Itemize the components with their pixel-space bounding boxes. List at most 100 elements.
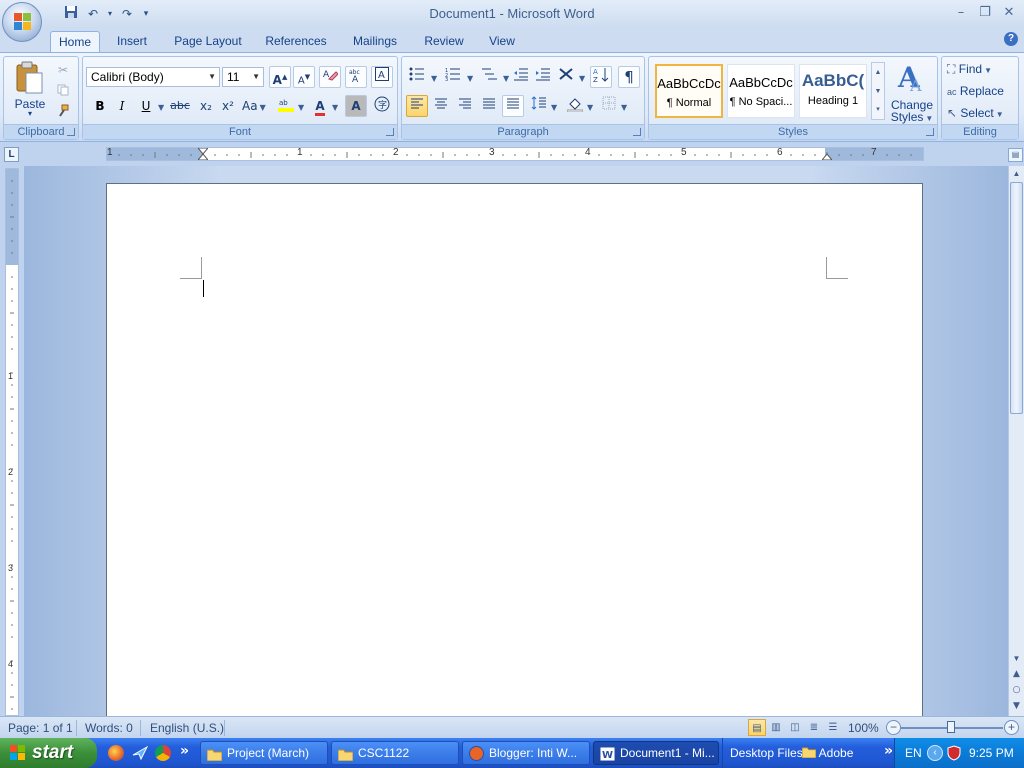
print-layout-icon[interactable]: ▤ <box>748 719 766 736</box>
security-shield-icon[interactable] <box>947 745 961 764</box>
clipboard-launcher-icon[interactable] <box>67 128 75 136</box>
bold-button[interactable]: B <box>89 95 111 117</box>
underline-button[interactable]: U <box>135 95 157 117</box>
underline-dropdown-icon[interactable]: ▼ <box>155 95 165 117</box>
horizontal-ruler[interactable]: 1 1 2 3 4 5 6 7 <box>106 147 924 161</box>
find-button[interactable]: ⛶ Find ▼ <box>947 60 992 78</box>
quicklaunch-more-icon[interactable]: » <box>180 743 189 759</box>
style-no-spacing[interactable]: AaBbCcDc ¶ No Spaci... <box>727 64 795 118</box>
zoom-slider[interactable] <box>901 721 1003 733</box>
multilevel-list-icon[interactable] <box>478 66 500 88</box>
taskbar-item-blogger[interactable]: Blogger: Inti W... <box>462 741 590 765</box>
bullets-dropdown-icon[interactable]: ▼ <box>428 66 438 88</box>
select-browse-object-icon[interactable]: ○ <box>1009 682 1024 698</box>
outline-view-icon[interactable]: ≣ <box>805 719 823 736</box>
close-icon[interactable]: ✕ <box>998 4 1020 22</box>
tab-mailings[interactable]: Mailings <box>346 31 404 52</box>
show-marks-button[interactable]: ¶ <box>618 66 640 88</box>
text-direction-dropdown-icon[interactable]: ▼ <box>576 66 586 88</box>
borders-icon[interactable] <box>598 95 620 117</box>
strikethrough-button[interactable]: abc <box>169 95 191 117</box>
gallery-up-icon[interactable]: ▲ <box>872 63 884 82</box>
scroll-thumb[interactable] <box>1010 182 1023 414</box>
clock[interactable]: 9:25 PM <box>969 738 1014 768</box>
change-styles-button[interactable]: A A Change Styles ▼ <box>889 59 935 124</box>
shading-icon[interactable] <box>564 95 586 117</box>
align-right-icon[interactable] <box>454 95 476 117</box>
grow-font-button[interactable]: A▲ <box>269 66 291 88</box>
italic-button[interactable]: I <box>111 95 133 117</box>
clear-formatting-icon[interactable]: A <box>319 66 341 88</box>
document-page[interactable] <box>106 183 923 716</box>
page-count[interactable]: Page: 1 of 1 <box>8 720 73 736</box>
tab-view[interactable]: View <box>484 31 520 52</box>
view-ruler-toggle-icon[interactable]: ▤ <box>1008 148 1023 162</box>
language-indicator[interactable]: English (U.S.) <box>150 720 224 736</box>
tab-references[interactable]: References <box>262 31 330 52</box>
numbering-icon[interactable]: 123 <box>442 66 464 88</box>
cut-icon[interactable]: ✂ <box>52 59 74 81</box>
line-spacing-icon[interactable] <box>528 95 550 117</box>
right-indent-icon[interactable] <box>822 153 832 161</box>
subscript-button[interactable]: x₂ <box>195 95 217 117</box>
messenger-icon[interactable] <box>132 745 149 761</box>
next-page-icon[interactable]: ▼ <box>1009 698 1024 714</box>
language-bar[interactable]: EN <box>905 738 922 768</box>
taskbar-item-document1[interactable]: W Document1 - Mi... <box>593 741 719 765</box>
office-button[interactable] <box>2 2 42 42</box>
font-color-dropdown-icon[interactable]: ▼ <box>329 95 339 117</box>
tab-selector-button[interactable]: L <box>4 147 19 162</box>
tab-insert[interactable]: Insert <box>110 31 154 52</box>
full-screen-reading-icon[interactable]: ▥ <box>767 719 785 736</box>
increase-indent-icon[interactable] <box>532 66 554 88</box>
styles-launcher-icon[interactable] <box>926 128 934 136</box>
font-size-combo[interactable]: 11 ▼ <box>222 67 264 87</box>
start-button[interactable]: start <box>0 738 97 768</box>
minimize-icon[interactable]: – <box>950 4 972 22</box>
draft-view-icon[interactable]: ☰ <box>824 719 842 736</box>
help-icon[interactable]: ? <box>1004 32 1018 46</box>
shading-dropdown-icon[interactable]: ▼ <box>584 95 594 117</box>
highlight-icon[interactable]: ab <box>275 95 297 117</box>
superscript-button[interactable]: x² <box>217 95 239 117</box>
justify-icon[interactable] <box>478 95 500 117</box>
replace-button[interactable]: ac Replace <box>947 82 1004 100</box>
gallery-more-icon[interactable]: ▾ <box>872 101 884 119</box>
zoom-level[interactable]: 100% <box>848 720 879 736</box>
phonetic-guide-icon[interactable]: abc A <box>345 66 367 88</box>
style-normal[interactable]: AaBbCcDc ¶ Normal <box>655 64 723 118</box>
align-center-icon[interactable] <box>430 95 452 117</box>
text-direction-icon[interactable] <box>556 66 578 88</box>
taskbar-item-csc1122[interactable]: CSC1122 <box>331 741 459 765</box>
align-left-icon[interactable] <box>406 95 428 117</box>
firefox-icon[interactable] <box>108 745 124 761</box>
style-heading-1[interactable]: AaBbC( Heading 1 <box>799 64 867 118</box>
previous-page-icon[interactable]: ▲ <box>1009 666 1024 682</box>
bullets-icon[interactable] <box>406 66 428 88</box>
web-layout-icon[interactable]: ◫ <box>786 719 804 736</box>
font-launcher-icon[interactable] <box>386 128 394 136</box>
tray-collapse-icon[interactable]: ‹ <box>927 745 943 761</box>
line-spacing-dropdown-icon[interactable]: ▼ <box>548 95 558 117</box>
copy-icon[interactable] <box>52 81 74 103</box>
vertical-scrollbar[interactable]: ▲ ▼ ▲ ○ ▼ <box>1008 166 1024 716</box>
toolbar-adobe[interactable]: Adobe <box>801 738 853 768</box>
distributed-icon[interactable] <box>502 95 524 117</box>
enclose-characters-icon[interactable]: 字 <box>371 95 393 117</box>
chrome-icon[interactable] <box>155 745 171 761</box>
word-count[interactable]: Words: 0 <box>85 720 133 736</box>
scroll-up-icon[interactable]: ▲ <box>1009 166 1024 181</box>
font-color-button[interactable]: A <box>309 95 331 117</box>
character-border-icon[interactable]: A <box>371 66 393 88</box>
zoom-out-icon[interactable]: − <box>886 720 901 735</box>
scroll-down-icon[interactable]: ▼ <box>1009 651 1024 666</box>
restore-icon[interactable]: ❐ <box>974 4 996 22</box>
change-case-button[interactable]: Aa ▼ <box>241 95 267 117</box>
tab-home[interactable]: Home <box>50 31 100 52</box>
select-button[interactable]: ↖ Select ▼ <box>947 104 1004 122</box>
numbering-dropdown-icon[interactable]: ▼ <box>464 66 474 88</box>
tab-review[interactable]: Review <box>420 31 468 52</box>
taskbar-item-project-march[interactable]: Project (March) <box>200 741 328 765</box>
shrink-font-button[interactable]: A▼ <box>293 66 315 88</box>
zoom-in-icon[interactable]: + <box>1004 720 1019 735</box>
